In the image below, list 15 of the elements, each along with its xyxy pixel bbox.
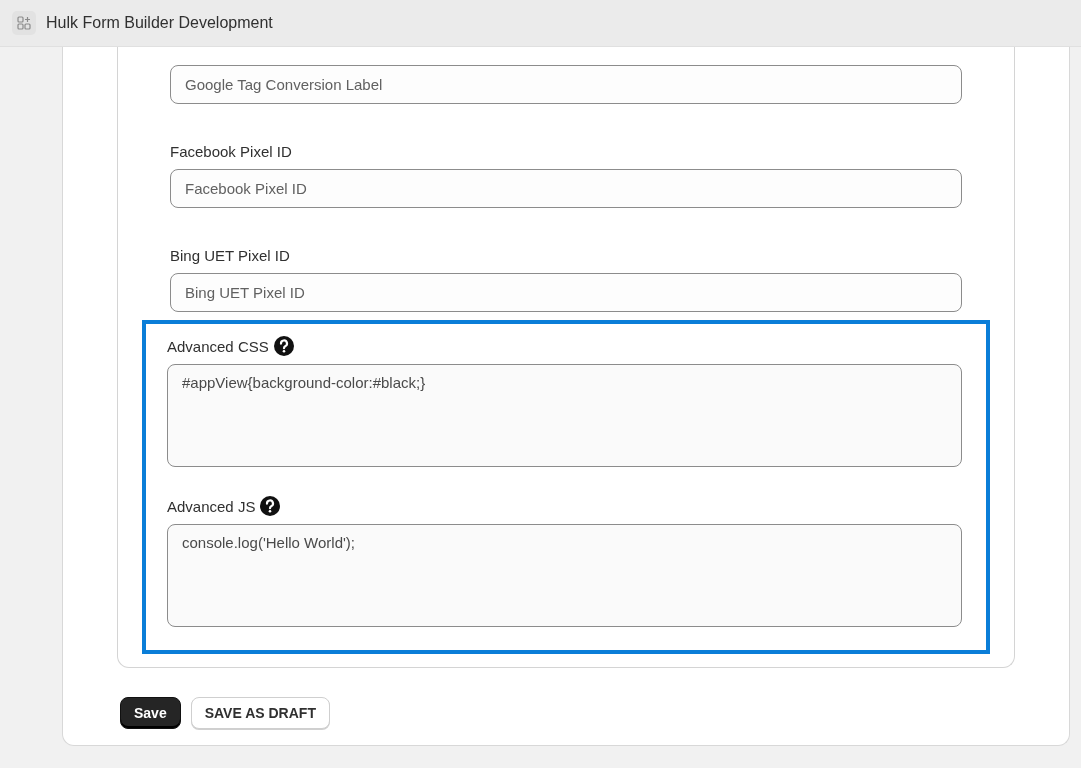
field-label: Advanced JS — [167, 497, 256, 515]
input-field[interactable]: Bing UET Pixel ID — [170, 273, 962, 312]
input-field[interactable]: Facebook Pixel ID — [170, 169, 962, 208]
help-icon[interactable] — [273, 336, 294, 356]
field-label: Bing UET Pixel ID — [170, 246, 290, 264]
code-field[interactable]: #appView{background-color:#black;} — [167, 364, 962, 467]
app-title: Hulk Form Builder Development — [46, 14, 273, 32]
field-label: Advanced CSS — [167, 337, 269, 355]
help-icon[interactable] — [260, 496, 281, 516]
draft-button[interactable]: SAVE AS DRAFT — [190, 697, 330, 729]
apps-icon[interactable] — [12, 11, 36, 35]
code-field[interactable]: console.log('Hello World'); — [167, 524, 962, 627]
input-field[interactable]: Google Tag Conversion Label — [170, 65, 962, 104]
save-button[interactable]: Save — [120, 697, 181, 729]
field-label: Facebook Pixel ID — [170, 142, 292, 160]
